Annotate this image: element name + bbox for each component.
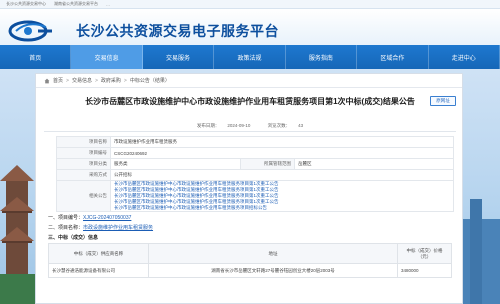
info-value: 公开招标 [110,169,454,181]
table-row: 项目分类 服务类 所属管辖范围 岳麓区 [56,158,454,170]
breadcrumb-procurement[interactable]: 政府采购 [101,77,121,84]
top-link-1[interactable]: 长沙公共资源交易中心 [6,1,46,7]
supplier-address: 湖南省长沙市岳麓区文轩路27号麓谷钰园创业大楼20层2003号 [148,263,398,278]
info-key: 所属管辖范围 [240,158,295,170]
nav-trade-info[interactable]: 交易信息 [71,45,143,69]
section-project-number: 一、项目编号：XJCG-202407050037 [48,214,131,221]
info-key: 采购方式 [56,169,111,181]
award-result-table: 中标（成交）供应商名称 地址 中标（成交）价格（元） 长沙慧谷通浩能源设备有限公… [48,243,452,278]
views-count: 43 [298,123,304,128]
nav-home[interactable]: 首页 [0,45,72,69]
publish-date-label: 发布日期： [196,123,220,128]
info-key: 项目编号 [56,147,111,159]
related-notice-link[interactable]: 长沙市岳麓区市政设施维护中心市政设施维护作业用车租赁服务项目招标公告 [114,205,450,211]
breadcrumb: 首页 > 交易信息 > 政府采购 > 中标公告（结果） [36,74,462,88]
table-header-row: 中标（成交）供应商名称 地址 中标（成交）价格（元） [48,243,452,264]
table-row: 相关公告 长沙市岳麓区市政设施维护中心市政设施维护作业用车租赁服务项目第1次重工… [56,180,454,212]
top-link-bar: 长沙公共资源交易中心 湖南省公共资源交易平台 … [0,0,500,9]
column-header: 中标（成交）价格（元） [397,243,452,264]
nav-trade-service[interactable]: 交易服务 [143,45,215,69]
table-row: 项目编号 CSCG20240692 [56,147,454,159]
section-label: 一、项目编号： [48,215,84,221]
breadcrumb-separator: > [123,77,127,84]
publish-date: 2024-09-10 [227,123,251,128]
column-header: 中标（成交）供应商名称 [48,243,149,264]
info-key: 项目名称 [56,136,111,148]
nav-guide[interactable]: 服务指南 [286,45,358,69]
top-link-2[interactable]: 湖南省公共资源交易平台 [54,1,98,7]
info-value: CSCG20240692 [110,147,454,159]
section-award-info: 三、中标（成交）信息 [48,235,99,241]
breadcrumb-separator: > [94,77,98,84]
site-title: 长沙公共资源交易电子服务平台 [76,24,279,40]
notice-meta: 发布日期： 2024-09-10 浏览次数： 43 [36,123,464,129]
info-key: 相关公告 [56,180,111,212]
nav-about[interactable]: 走进中心 [429,45,500,69]
site-logo[interactable] [8,18,70,42]
nav-policy[interactable]: 政策法规 [214,45,286,69]
notice-panel: 首页 > 交易信息 > 政府采购 > 中标公告（结果） 长沙市岳麓区市政设施维护… [35,73,463,304]
original-url-button[interactable]: 原网址 [430,96,456,106]
table-row: 采购方式 公开招标 [56,169,454,181]
related-notices: 长沙市岳麓区市政设施维护中心市政设施维护作业用车租赁服务项目第1次重工公告 长沙… [110,180,454,212]
section-project-name: 二、项目名称：市政设施维护作业用车租赁服务 [48,224,153,231]
table-row: 长沙慧谷通浩能源设备有限公司 湖南省长沙市岳麓区文轩路27号麓谷钰园创业大楼20… [48,263,452,278]
breadcrumb-separator: > [66,77,69,84]
views-label: 浏览次数： [267,123,291,128]
section-label: 二、项目名称： [48,225,84,231]
supplier-name: 长沙慧谷通浩能源设备有限公司 [48,263,149,278]
breadcrumb-home[interactable]: 首页 [53,77,63,84]
info-key: 项目分类 [56,158,111,170]
notice-title: 长沙市岳麓区市政设施维护中心市政设施维护作业用车租赁服务项目第1次中标(成交)结… [85,97,415,106]
table-row: 项目名称 市政设施维护作业用车租赁服务 [56,136,454,148]
home-icon [44,78,50,83]
site-header: 长沙公共资源交易电子服务平台 [0,9,500,45]
project-name: 市政设施维护作业用车租赁服务 [83,225,154,231]
info-value: 市政设施维护作业用车租赁服务 [110,136,454,148]
project-number: XJCG-202407050037 [83,215,132,221]
breadcrumb-trade-info[interactable]: 交易信息 [72,77,92,84]
project-info-table: 项目名称 市政设施维护作业用车租赁服务 项目编号 CSCG20240692 项目… [56,136,454,212]
column-header: 地址 [148,243,398,264]
breadcrumb-result[interactable]: 中标公告（结果） [130,77,170,84]
divider [44,131,456,132]
nav-region[interactable]: 区域合作 [357,45,429,69]
info-value: 岳麓区 [294,158,454,170]
main-nav: 首页 交易信息 交易服务 政策法规 服务指南 区域合作 走进中心 [0,45,500,69]
info-value: 服务类 [110,158,241,170]
top-link-3[interactable]: … [106,2,110,7]
award-price: 3480000 [397,263,452,278]
